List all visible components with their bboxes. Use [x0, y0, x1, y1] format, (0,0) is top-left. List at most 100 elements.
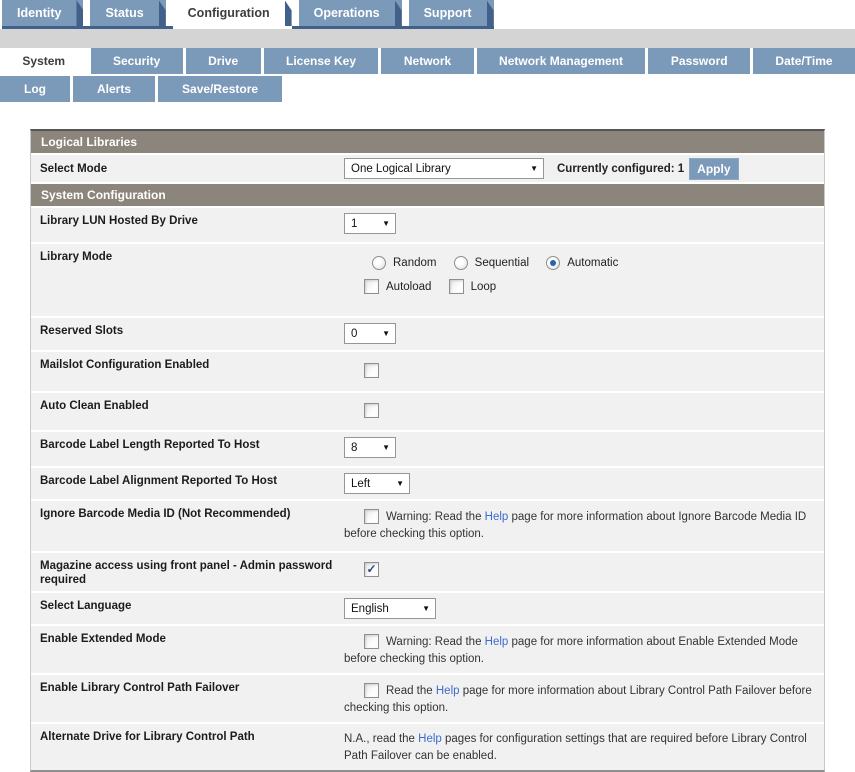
ignore-barcode-note: Warning: Read the Help page for more inf…	[344, 509, 818, 543]
select-mode-label: Select Mode	[31, 155, 343, 182]
ignore-barcode-label: Ignore Barcode Media ID (Not Recommended…	[31, 501, 343, 551]
alternate-drive-label: Alternate Drive for Library Control Path	[31, 724, 343, 770]
library-mode-radio-group: Random Sequential Automatic	[344, 256, 818, 270]
control-path-failover-note: Read the Help page for more information …	[344, 683, 818, 717]
row-magazine-access: Magazine access using front panel - Admi…	[31, 553, 824, 593]
library-lun-label: Library LUN Hosted By Drive	[31, 208, 343, 242]
row-barcode-length: Barcode Label Length Reported To Host 8 …	[31, 432, 824, 468]
row-extended-mode: Enable Extended Mode Warning: Read the H…	[31, 626, 824, 675]
tab-status-label: Status	[105, 6, 143, 20]
configuration-table: Logical Libraries Select Mode One Logica…	[30, 129, 825, 772]
barcode-alignment-label: Barcode Label Alignment Reported To Host	[31, 468, 343, 499]
sub-tab-band: System Security Drive License Key Networ…	[0, 29, 855, 74]
subtab-save-restore[interactable]: Save/Restore	[158, 76, 285, 102]
radio-automatic-label: Automatic	[567, 257, 618, 269]
subtab-license-key[interactable]: License Key	[264, 48, 382, 74]
barcode-length-dropdown[interactable]: 8 ▼	[344, 437, 396, 458]
tab-support[interactable]: Support	[409, 0, 494, 26]
alternate-drive-note: N.A., read the Help pages for configurat…	[344, 731, 818, 765]
row-select-language: Select Language English ▼	[31, 593, 824, 626]
reserved-slots-value: 0	[351, 328, 357, 340]
subtab-system[interactable]: System	[0, 48, 91, 74]
note-text: Warning: Read the	[386, 511, 485, 523]
loop-checkbox[interactable]	[449, 279, 464, 294]
row-alternate-drive: Alternate Drive for Library Control Path…	[31, 724, 824, 770]
note-text: N.A., read the	[344, 733, 418, 745]
mailslot-label: Mailslot Configuration Enabled	[31, 352, 343, 391]
select-language-label: Select Language	[31, 593, 343, 624]
radio-sequential-label: Sequential	[475, 257, 529, 269]
chevron-down-icon: ▼	[382, 444, 390, 452]
row-auto-clean: Auto Clean Enabled	[31, 393, 824, 432]
tab-identity-label: Identity	[17, 6, 61, 20]
tab-status[interactable]: Status	[90, 0, 165, 26]
radio-random[interactable]	[372, 256, 386, 270]
subtab-network[interactable]: Network	[381, 48, 476, 74]
library-mode-checkbox-group: Autoload Loop	[344, 279, 818, 294]
apply-button[interactable]: Apply	[689, 158, 738, 180]
row-barcode-alignment: Barcode Label Alignment Reported To Host…	[31, 468, 824, 501]
subtab-network-management[interactable]: Network Management	[477, 48, 649, 74]
subtab-log[interactable]: Log	[0, 76, 73, 102]
row-select-mode: Select Mode One Logical Library ▼ Curren…	[31, 155, 824, 184]
subtab-password[interactable]: Password	[648, 48, 753, 74]
tab-configuration[interactable]: Configuration	[173, 0, 292, 26]
tab-identity[interactable]: Identity	[2, 0, 83, 26]
control-path-failover-checkbox[interactable]	[364, 683, 379, 698]
help-link[interactable]: Help	[418, 733, 442, 745]
row-library-lun: Library LUN Hosted By Drive 1 ▼	[31, 208, 824, 244]
select-language-value: English	[351, 603, 389, 615]
help-link[interactable]: Help	[485, 636, 509, 648]
library-lun-dropdown[interactable]: 1 ▼	[344, 213, 396, 234]
loop-label: Loop	[471, 281, 497, 293]
tab-operations[interactable]: Operations	[299, 0, 402, 26]
section-header-system-configuration: System Configuration	[31, 184, 824, 208]
library-mode-label: Library Mode	[31, 244, 343, 316]
note-text: Warning: Read the	[386, 636, 485, 648]
chevron-down-icon: ▼	[396, 480, 404, 488]
select-language-dropdown[interactable]: English ▼	[344, 598, 436, 619]
select-mode-dropdown[interactable]: One Logical Library ▼	[344, 158, 544, 179]
radio-sequential[interactable]	[454, 256, 468, 270]
mailslot-checkbox[interactable]	[364, 363, 379, 378]
help-link[interactable]: Help	[436, 685, 460, 697]
row-library-mode: Library Mode Random Sequential Automatic…	[31, 244, 824, 318]
chevron-down-icon: ▼	[422, 605, 430, 613]
tab-support-label: Support	[424, 6, 472, 20]
subtab-drive[interactable]: Drive	[186, 48, 264, 74]
chevron-down-icon: ▼	[530, 165, 538, 173]
currently-configured-text: Currently configured: 1	[557, 163, 684, 175]
help-link[interactable]: Help	[485, 511, 509, 523]
barcode-length-label: Barcode Label Length Reported To Host	[31, 432, 343, 466]
reserved-slots-label: Reserved Slots	[31, 318, 343, 350]
barcode-alignment-value: Left	[351, 478, 370, 490]
sub-tab-row-1: System Security Drive License Key Networ…	[0, 48, 855, 74]
barcode-alignment-dropdown[interactable]: Left ▼	[344, 473, 410, 494]
magazine-access-label: Magazine access using front panel - Admi…	[31, 553, 343, 591]
library-lun-value: 1	[351, 218, 357, 230]
primary-tab-bar: Identity Status Configuration Operations…	[2, 0, 494, 29]
auto-clean-checkbox[interactable]	[364, 403, 379, 418]
tab-operations-label: Operations	[314, 6, 380, 20]
autoload-label: Autoload	[386, 281, 431, 293]
reserved-slots-dropdown[interactable]: 0 ▼	[344, 323, 396, 344]
select-mode-value: One Logical Library	[351, 163, 451, 175]
ignore-barcode-checkbox[interactable]	[364, 509, 379, 524]
extended-mode-checkbox[interactable]	[364, 634, 379, 649]
subtab-security[interactable]: Security	[91, 48, 186, 74]
control-path-failover-label: Enable Library Control Path Failover	[31, 675, 343, 722]
note-text: Read the	[386, 685, 436, 697]
radio-random-label: Random	[393, 257, 436, 269]
section-header-logical-libraries: Logical Libraries	[31, 131, 824, 155]
extended-mode-note: Warning: Read the Help page for more inf…	[344, 634, 818, 668]
chevron-down-icon: ▼	[382, 220, 390, 228]
tab-configuration-label: Configuration	[188, 6, 270, 20]
row-mailslot: Mailslot Configuration Enabled	[31, 352, 824, 393]
extended-mode-label: Enable Extended Mode	[31, 626, 343, 673]
subtab-date-time[interactable]: Date/Time	[753, 48, 855, 74]
magazine-access-checkbox[interactable]	[364, 562, 379, 577]
radio-automatic[interactable]	[546, 256, 560, 270]
autoload-checkbox[interactable]	[364, 279, 379, 294]
subtab-alerts[interactable]: Alerts	[73, 76, 158, 102]
row-ignore-barcode: Ignore Barcode Media ID (Not Recommended…	[31, 501, 824, 553]
